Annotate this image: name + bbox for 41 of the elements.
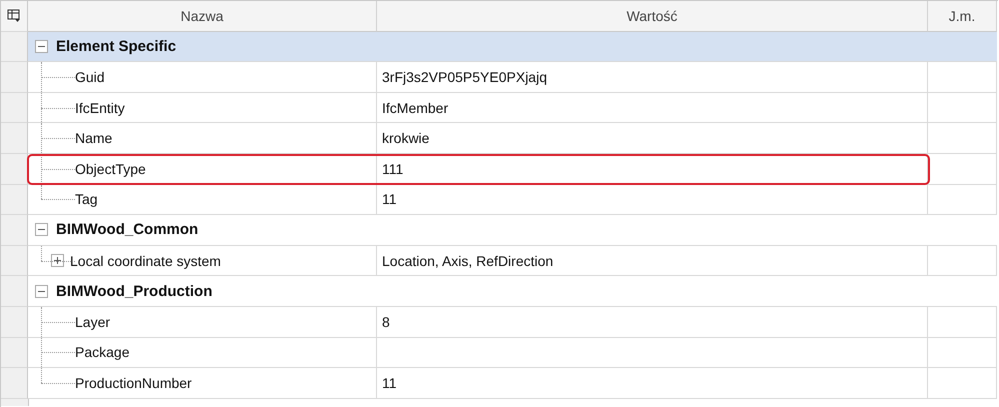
property-name: Name [75, 130, 112, 146]
tree-line [41, 123, 75, 153]
value-cell: 11 [377, 368, 928, 399]
plus-icon [53, 256, 62, 266]
column-header[interactable]: Wartość [377, 1, 928, 32]
expand-toggle[interactable] [51, 254, 64, 268]
property-name: Tag [75, 191, 98, 208]
unit-cell [928, 62, 997, 93]
value-cell: 111 [377, 154, 928, 185]
column-chooser-icon[interactable] [7, 8, 21, 23]
group-name: Element Specific [56, 38, 176, 55]
unit-cell [928, 306, 997, 338]
unit-cell [928, 338, 997, 368]
tree-line [41, 62, 75, 92]
tree-line [41, 338, 75, 368]
collapse-toggle[interactable] [35, 223, 48, 236]
column-header[interactable]: J.m. [928, 1, 997, 32]
unit-cell [928, 123, 997, 154]
value-cell: 3rFj3s2VP05P5YE0PXjajq [377, 62, 928, 93]
collapse-toggle[interactable] [35, 284, 48, 298]
tree-line [41, 92, 75, 122]
unit-cell [928, 368, 997, 399]
unit-cell [928, 92, 997, 124]
value-cell: 8 [377, 306, 928, 338]
property-name: Local coordinate system [70, 252, 221, 269]
group-name: BIMWood_Common [56, 221, 198, 238]
column-header[interactable]: Nazwa [28, 1, 377, 32]
value-cell: krokwie [377, 123, 928, 154]
row-header[interactable] [1, 154, 28, 185]
tree-line [41, 306, 75, 337]
property-name: ObjectType [75, 160, 146, 177]
value-cell: IfcMember [377, 92, 928, 124]
group-name: BIMWood_Production [56, 282, 212, 300]
unit-cell [928, 154, 997, 185]
group-row[interactable]: Element Specific [28, 32, 997, 62]
property-name: IfcEntity [75, 100, 125, 116]
collapse-toggle[interactable] [35, 40, 48, 53]
property-name: Layer [75, 314, 110, 330]
property-name: Package [75, 344, 130, 360]
property-name: ProductionNumber [75, 374, 192, 391]
property-name: Guid [75, 68, 105, 85]
